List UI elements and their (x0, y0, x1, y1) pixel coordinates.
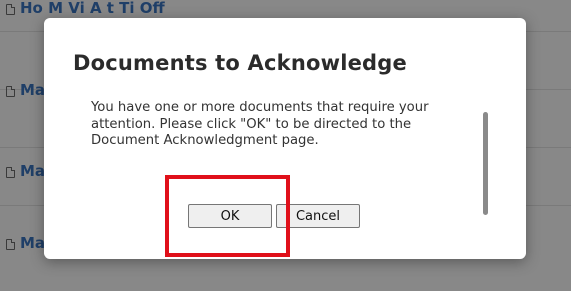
dialog-message: You have one or more documents that requ… (91, 100, 429, 148)
highlight-box (165, 175, 290, 257)
list-item-label: Ma (20, 234, 46, 252)
list-item-label: Ho M Vi A t Ti Off (20, 0, 165, 17)
dialog-title: Documents to Acknowledge (73, 51, 407, 75)
document-icon (6, 4, 15, 15)
dialog-scrollbar[interactable] (483, 112, 488, 215)
document-icon (6, 239, 15, 250)
